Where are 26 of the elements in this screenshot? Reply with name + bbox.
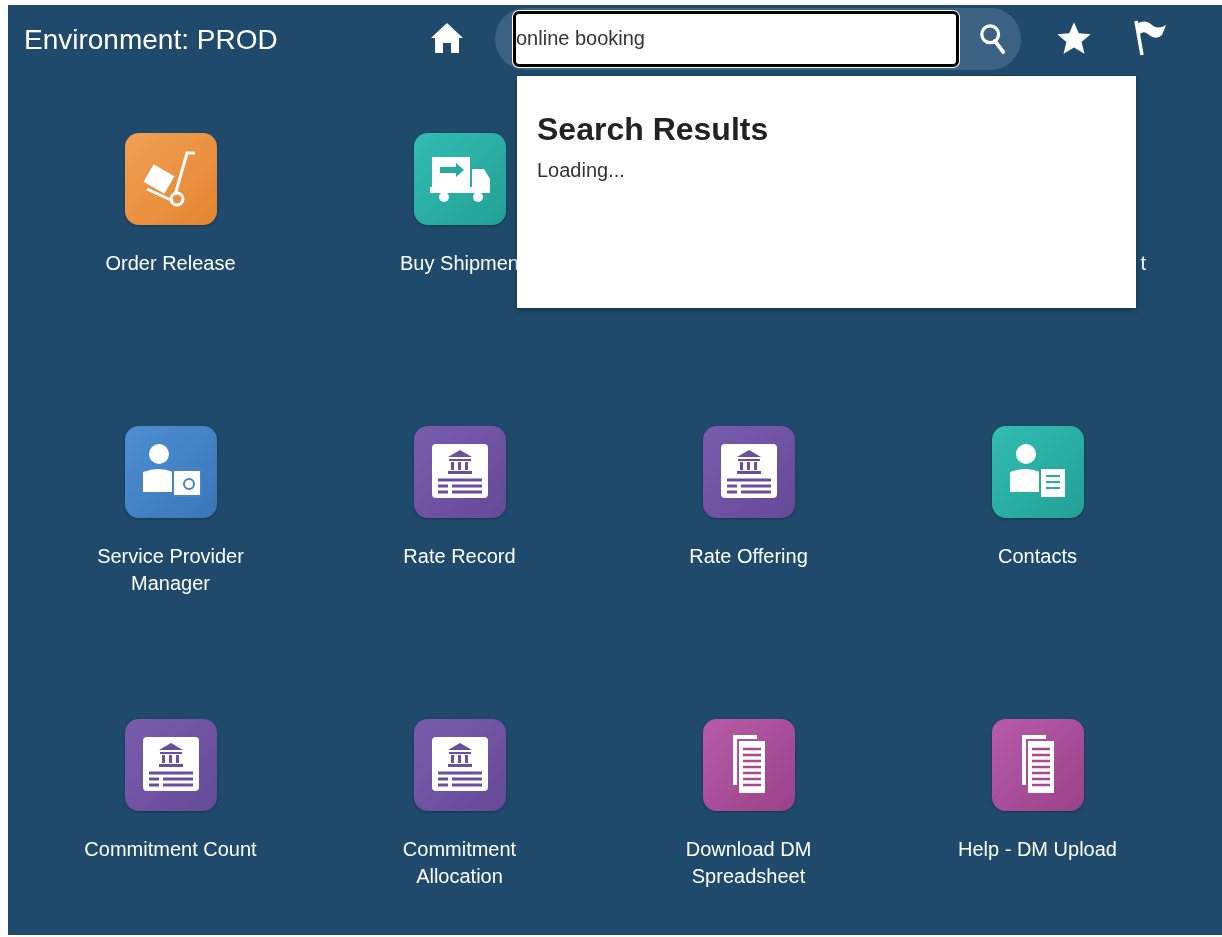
- tile-label[interactable]: Service Provider Manager: [75, 543, 266, 597]
- environment-title: Environment: PROD: [24, 23, 279, 57]
- person-certificate-icon[interactable]: [124, 426, 217, 518]
- bank-document-icon[interactable]: [413, 719, 506, 811]
- tile-label[interactable]: Buy Shipmen: [400, 250, 519, 277]
- bank-document-icon[interactable]: [702, 426, 795, 518]
- hand-truck-icon[interactable]: [124, 133, 217, 225]
- tile-label[interactable]: Commitment Count: [84, 836, 257, 863]
- tile-label[interactable]: Download DM Spreadsheet: [653, 836, 844, 890]
- truck-icon[interactable]: [413, 133, 506, 225]
- tile-label[interactable]: Order Release: [105, 250, 236, 277]
- tile-label[interactable]: Contacts: [998, 543, 1077, 570]
- bank-document-icon[interactable]: [413, 426, 506, 518]
- tile-label[interactable]: Rate Offering: [689, 543, 808, 570]
- bank-document-icon[interactable]: [124, 719, 217, 811]
- loading-text: Loading...: [537, 158, 626, 183]
- search-icon[interactable]: [979, 21, 1007, 56]
- documents-icon[interactable]: [702, 719, 795, 811]
- search-results-title: Search Results: [537, 110, 770, 149]
- search-field[interactable]: online booking: [513, 10, 959, 67]
- documents-icon[interactable]: [991, 719, 1084, 811]
- person-document-icon[interactable]: [991, 426, 1084, 518]
- tile-label[interactable]: Help - DM Upload: [958, 836, 1117, 863]
- tile-label[interactable]: Rate Record: [403, 543, 516, 570]
- tile-label[interactable]: Commitment Allocation: [364, 836, 555, 890]
- tile-label[interactable]: t: [1140, 250, 1146, 277]
